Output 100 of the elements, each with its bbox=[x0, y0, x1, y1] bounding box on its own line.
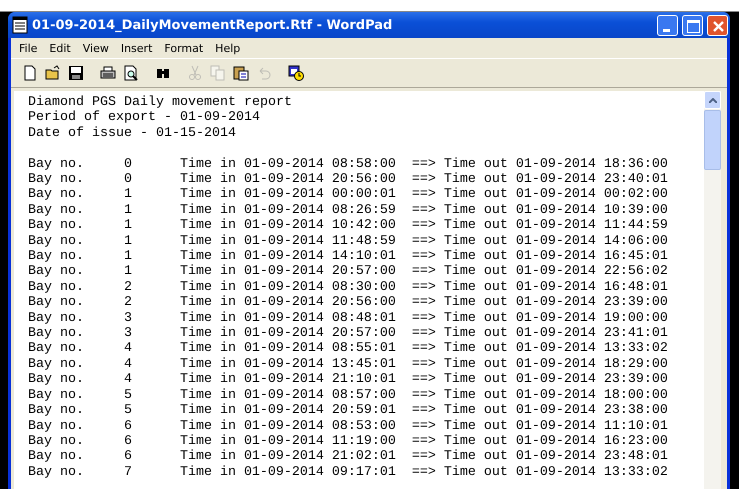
time-out: Time out 01-09-2014 16:48:01 bbox=[444, 280, 668, 295]
copy-icon bbox=[210, 65, 226, 81]
menu-item[interactable]: Edit bbox=[43, 42, 77, 54]
arrow-text: ==> bbox=[412, 310, 437, 326]
arrow-text: ==> bbox=[412, 295, 437, 311]
bay-label: Bay no. bbox=[28, 356, 85, 372]
time-in: Time in 01-09-2014 08:26:59 bbox=[180, 202, 397, 218]
bay-label: Bay no. bbox=[28, 464, 85, 480]
time-out: Time out 01-09-2014 23:40:01 bbox=[444, 172, 668, 188]
time-out: Time out 01-09-2014 23:41:01 bbox=[444, 326, 668, 342]
time-out: Time out 01-09-2014 11:44:59 bbox=[444, 218, 668, 234]
scroll-thumb[interactable] bbox=[704, 110, 721, 170]
time-out: Time out 01-09-2014 16:45:01 bbox=[444, 249, 668, 264]
time-out: Time out 01-09-2014 00:02:00 bbox=[444, 187, 668, 203]
time-out: Time out 01-09-2014 13:33:02 bbox=[444, 464, 668, 480]
time-in: Time in 01-09-2014 20:57:00 bbox=[180, 326, 397, 342]
time-out: Time out 01-09-2014 23:39:00 bbox=[444, 372, 668, 388]
time-out: Time out 01-09-2014 18:36:00 bbox=[444, 156, 668, 172]
time-out: Time out 01-09-2014 22:56:02 bbox=[444, 264, 668, 280]
bay-number: 1 bbox=[124, 218, 133, 234]
notepad-icon bbox=[12, 16, 28, 34]
arrow-text: ==> bbox=[412, 388, 437, 404]
arrow-text: ==> bbox=[412, 187, 437, 203]
window-title: 01-09-2014_DailyMovementReport.Rtf - WordPad bbox=[32, 18, 394, 32]
bay-label: Bay no. bbox=[28, 234, 85, 250]
report-heading: Period of export - 01-09-2014 bbox=[28, 110, 261, 126]
close-button[interactable] bbox=[707, 14, 728, 36]
bay-label: Bay no. bbox=[28, 202, 85, 218]
report-heading: Date of issue - 01-15-2014 bbox=[28, 126, 237, 142]
magnifier-page-icon bbox=[123, 65, 139, 81]
time-in: Time in 01-09-2014 20:57:00 bbox=[180, 264, 397, 280]
time-in: Time in 01-09-2014 10:42:00 bbox=[180, 218, 397, 234]
time-in: Time in 01-09-2014 20:59:01 bbox=[180, 403, 397, 419]
printer-icon bbox=[100, 65, 116, 81]
time-out: Time out 01-09-2014 18:29:00 bbox=[444, 356, 668, 372]
arrow-text: ==> bbox=[412, 264, 437, 280]
time-in: Time in 01-09-2014 00:00:01 bbox=[180, 187, 397, 203]
vertical-scrollbar[interactable] bbox=[704, 91, 721, 489]
scroll-up-button[interactable] bbox=[704, 91, 721, 109]
bay-number: 3 bbox=[124, 310, 133, 326]
time-in: Time in 01-09-2014 08:30:00 bbox=[180, 280, 397, 295]
report-heading: Diamond PGS Daily movement report bbox=[28, 95, 293, 110]
time-in: Time in 01-09-2014 11:48:59 bbox=[180, 234, 397, 249]
maximize-button[interactable] bbox=[682, 14, 703, 36]
menu-item[interactable]: View bbox=[76, 42, 115, 54]
time-in: Time in 01-09-2014 20:56:00 bbox=[180, 295, 397, 311]
bay-number: 6 bbox=[124, 449, 133, 465]
document-page[interactable] bbox=[14, 91, 704, 489]
time-in: Time in 01-09-2014 21:02:01 bbox=[180, 449, 397, 465]
bay-label: Bay no. bbox=[28, 249, 85, 264]
arrow-text: ==> bbox=[412, 156, 437, 172]
arrow-text: ==> bbox=[412, 202, 437, 218]
minimize-button[interactable] bbox=[657, 14, 678, 36]
bay-number: 6 bbox=[124, 434, 133, 450]
time-in: Time in 01-09-2014 14:10:01 bbox=[180, 249, 397, 264]
time-in: Time in 01-09-2014 09:17:01 bbox=[180, 464, 397, 480]
time-in: Time in 01-09-2014 08:55:01 bbox=[180, 341, 397, 357]
time-in: Time in 01-09-2014 20:56:00 bbox=[180, 172, 397, 188]
time-in: Time in 01-09-2014 08:53:00 bbox=[180, 418, 397, 434]
time-out: Time out 01-09-2014 13:33:02 bbox=[444, 341, 668, 357]
arrow-text: ==> bbox=[412, 280, 437, 296]
bay-number: 2 bbox=[124, 280, 133, 296]
folder-icon bbox=[45, 65, 61, 81]
bay-label: Bay no. bbox=[28, 187, 85, 203]
bay-number: 6 bbox=[124, 418, 133, 434]
arrow-text: ==> bbox=[412, 341, 437, 357]
bay-number: 5 bbox=[124, 403, 133, 419]
bay-label: Bay no. bbox=[28, 326, 85, 342]
bay-number: 3 bbox=[124, 326, 133, 342]
menu-item[interactable]: Format bbox=[158, 42, 210, 54]
bay-number: 7 bbox=[124, 464, 133, 480]
bay-label: Bay no. bbox=[28, 295, 85, 311]
time-out: Time out 01-09-2014 11:10:01 bbox=[444, 418, 668, 434]
arrow-text: ==> bbox=[412, 418, 437, 434]
bay-label: Bay no. bbox=[28, 388, 85, 404]
bay-number: 5 bbox=[124, 388, 133, 404]
bay-label: Bay no. bbox=[28, 403, 85, 419]
arrow-text: ==> bbox=[412, 356, 437, 372]
arrow-text: ==> bbox=[412, 449, 437, 465]
time-out: Time out 01-09-2014 23:38:00 bbox=[444, 403, 668, 419]
bay-number: 1 bbox=[124, 264, 133, 280]
menu-item[interactable]: Help bbox=[209, 42, 246, 54]
bay-label: Bay no. bbox=[28, 341, 85, 357]
time-in: Time in 01-09-2014 13:45:01 bbox=[180, 356, 397, 372]
bay-label: Bay no. bbox=[28, 310, 85, 326]
bay-label: Bay no. bbox=[28, 418, 85, 434]
menu-item[interactable]: Insert bbox=[114, 42, 158, 54]
time-in: Time in 01-09-2014 21:10:01 bbox=[180, 372, 397, 388]
time-in: Time in 01-09-2014 08:48:01 bbox=[180, 310, 397, 326]
time-in: Time in 01-09-2014 11:19:00 bbox=[180, 434, 397, 449]
bay-number: 1 bbox=[124, 249, 133, 264]
bay-number: 0 bbox=[124, 156, 133, 172]
time-out: Time out 01-09-2014 16:23:00 bbox=[444, 434, 668, 449]
menu-item[interactable]: File bbox=[13, 42, 44, 54]
scissors-icon bbox=[187, 65, 203, 81]
bay-label: Bay no. bbox=[28, 280, 85, 296]
bay-label: Bay no. bbox=[28, 156, 85, 172]
bay-number: 4 bbox=[124, 341, 133, 357]
time-out: Time out 01-09-2014 23:39:00 bbox=[444, 295, 668, 311]
time-out: Time out 01-09-2014 18:00:00 bbox=[444, 388, 668, 403]
